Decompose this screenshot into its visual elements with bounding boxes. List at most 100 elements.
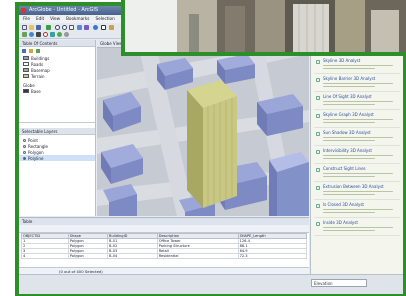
navigate-icon[interactable] xyxy=(77,25,82,30)
layer-label: Basemap xyxy=(31,67,50,73)
result-detail xyxy=(323,227,393,229)
result-icon xyxy=(316,168,320,172)
result-detail xyxy=(323,86,375,88)
toc-layer-terrain[interactable]: Terrain xyxy=(19,73,95,79)
radio-button[interactable] xyxy=(23,156,26,160)
city-scene[interactable] xyxy=(97,40,309,216)
radio-button[interactable] xyxy=(23,144,26,148)
result-title[interactable]: Construct Sight Lines xyxy=(323,166,366,171)
result-title[interactable]: Sun Shadow 3D Analyst xyxy=(323,130,371,135)
result-item[interactable]: Construct Sight Lines xyxy=(314,165,400,182)
table-cell: B-04 xyxy=(106,253,158,259)
result-title[interactable]: Skyline 3D Analyst xyxy=(323,58,360,63)
result-item[interactable]: Skyline Barrier 3D Analyst xyxy=(314,75,400,92)
select-icon[interactable] xyxy=(101,25,106,30)
result-item[interactable]: Line Of Sight 3D Analyst xyxy=(314,93,400,110)
globe-3d-view[interactable]: Globe View xyxy=(97,40,309,216)
table-header: Table xyxy=(19,218,309,225)
result-title[interactable]: Inside 3D Analyst xyxy=(323,220,358,225)
result-title[interactable]: Is Closed 3D Analyst xyxy=(323,202,364,207)
result-detail xyxy=(323,194,375,196)
result-item[interactable]: Skyline Graph 3D Analyst xyxy=(314,111,400,128)
identify-icon[interactable] xyxy=(93,25,98,30)
result-detail xyxy=(323,119,393,121)
refresh-icon[interactable] xyxy=(57,32,62,37)
result-item[interactable]: Skyline 3D Analyst xyxy=(314,57,400,74)
city-photo xyxy=(125,0,406,52)
result-detail xyxy=(323,83,393,85)
pan-icon[interactable] xyxy=(69,25,74,30)
window-title: ArcGlobe - Untitled - ArcGIS xyxy=(29,7,99,13)
tab-globe-view[interactable]: Globe View xyxy=(100,41,122,46)
result-item[interactable]: Extrusion Between 3D Analyst xyxy=(314,183,400,200)
list-by-drawing-icon[interactable] xyxy=(22,49,26,53)
result-detail xyxy=(323,209,393,211)
result-icon xyxy=(316,114,320,118)
menu-view[interactable]: View xyxy=(50,15,60,23)
menu-file[interactable]: File xyxy=(23,15,30,23)
globe-icon[interactable] xyxy=(29,32,34,37)
selected-building[interactable] xyxy=(187,90,203,208)
result-item[interactable]: Sun Shadow 3D Analyst xyxy=(314,129,400,146)
toc-subgroup[interactable]: Base xyxy=(19,88,95,94)
new-icon[interactable] xyxy=(22,25,27,30)
result-title[interactable]: Skyline Barrier 3D Analyst xyxy=(323,76,375,81)
menu-bookmarks[interactable]: Bookmarks xyxy=(66,15,89,23)
result-item[interactable]: Is Closed 3D Analyst xyxy=(314,201,400,218)
result-title[interactable]: Skyline Graph 3D Analyst xyxy=(323,112,374,117)
group-label: Globe xyxy=(23,82,35,88)
layer-icon[interactable] xyxy=(22,32,27,37)
result-icon xyxy=(316,222,320,226)
result-icon xyxy=(316,132,320,136)
open-icon[interactable] xyxy=(29,25,34,30)
layer-label: Roads xyxy=(31,61,44,67)
list-by-source-icon[interactable] xyxy=(29,49,33,53)
list-by-visibility-icon[interactable] xyxy=(36,49,40,53)
inset-photo xyxy=(125,0,406,52)
table-cell: Polygon xyxy=(67,253,108,259)
results-list: Skyline 3D Analyst Skyline Barrier 3D Ana… xyxy=(311,57,403,236)
result-detail xyxy=(323,104,375,106)
layer-label: Terrain xyxy=(31,73,45,79)
table-cell: 72.3 xyxy=(237,253,308,259)
add-data-icon[interactable] xyxy=(46,25,51,30)
toc-divider xyxy=(19,122,95,123)
screenshot-stage: ArcGlobe - Untitled - ArcGIS File Edit V… xyxy=(0,0,406,296)
table-row[interactable]: 4 Polygon B-04 Residential 72.3 xyxy=(21,253,308,259)
menu-selection[interactable]: Selection xyxy=(95,15,114,23)
radio-button[interactable] xyxy=(23,138,26,142)
measure-icon[interactable] xyxy=(109,25,114,30)
result-item[interactable]: Intervisibility 3D Analyst xyxy=(314,147,400,164)
app-icon xyxy=(21,8,26,13)
result-detail xyxy=(323,101,393,103)
result-detail xyxy=(323,212,375,214)
fly-icon[interactable] xyxy=(84,25,89,30)
result-title[interactable]: Intervisibility 3D Analyst xyxy=(323,148,372,153)
table-cell: 4 xyxy=(21,253,69,259)
layer-label: Buildings xyxy=(31,55,50,61)
selection-option-polyline[interactable]: Polyline xyxy=(19,155,95,161)
target-icon[interactable] xyxy=(43,32,48,37)
option-label: Point xyxy=(28,137,38,143)
legend-swatch xyxy=(23,56,29,60)
result-detail xyxy=(323,68,375,70)
result-title[interactable]: Extrusion Between 3D Analyst xyxy=(323,184,384,189)
full-extent-icon[interactable] xyxy=(50,32,55,37)
result-item[interactable]: Inside 3D Analyst xyxy=(314,219,400,236)
arrow-icon[interactable] xyxy=(36,32,41,37)
save-icon[interactable] xyxy=(36,25,41,30)
result-detail xyxy=(323,191,393,193)
option-label: Rectangle xyxy=(28,143,48,149)
legend-swatch xyxy=(23,68,29,72)
menu-edit[interactable]: Edit xyxy=(36,15,44,23)
toc-toolbar xyxy=(19,47,95,55)
toc-header: Table Of Contents xyxy=(19,40,95,47)
result-title[interactable]: Line Of Sight 3D Analyst xyxy=(323,94,372,99)
result-detail xyxy=(323,176,375,178)
status-field[interactable]: Elevation xyxy=(311,279,367,287)
radio-button[interactable] xyxy=(23,150,26,154)
zoom-out-icon[interactable] xyxy=(62,25,67,30)
zoom-in-icon[interactable] xyxy=(55,25,60,30)
settings-icon[interactable] xyxy=(64,32,69,37)
result-icon xyxy=(316,204,320,208)
